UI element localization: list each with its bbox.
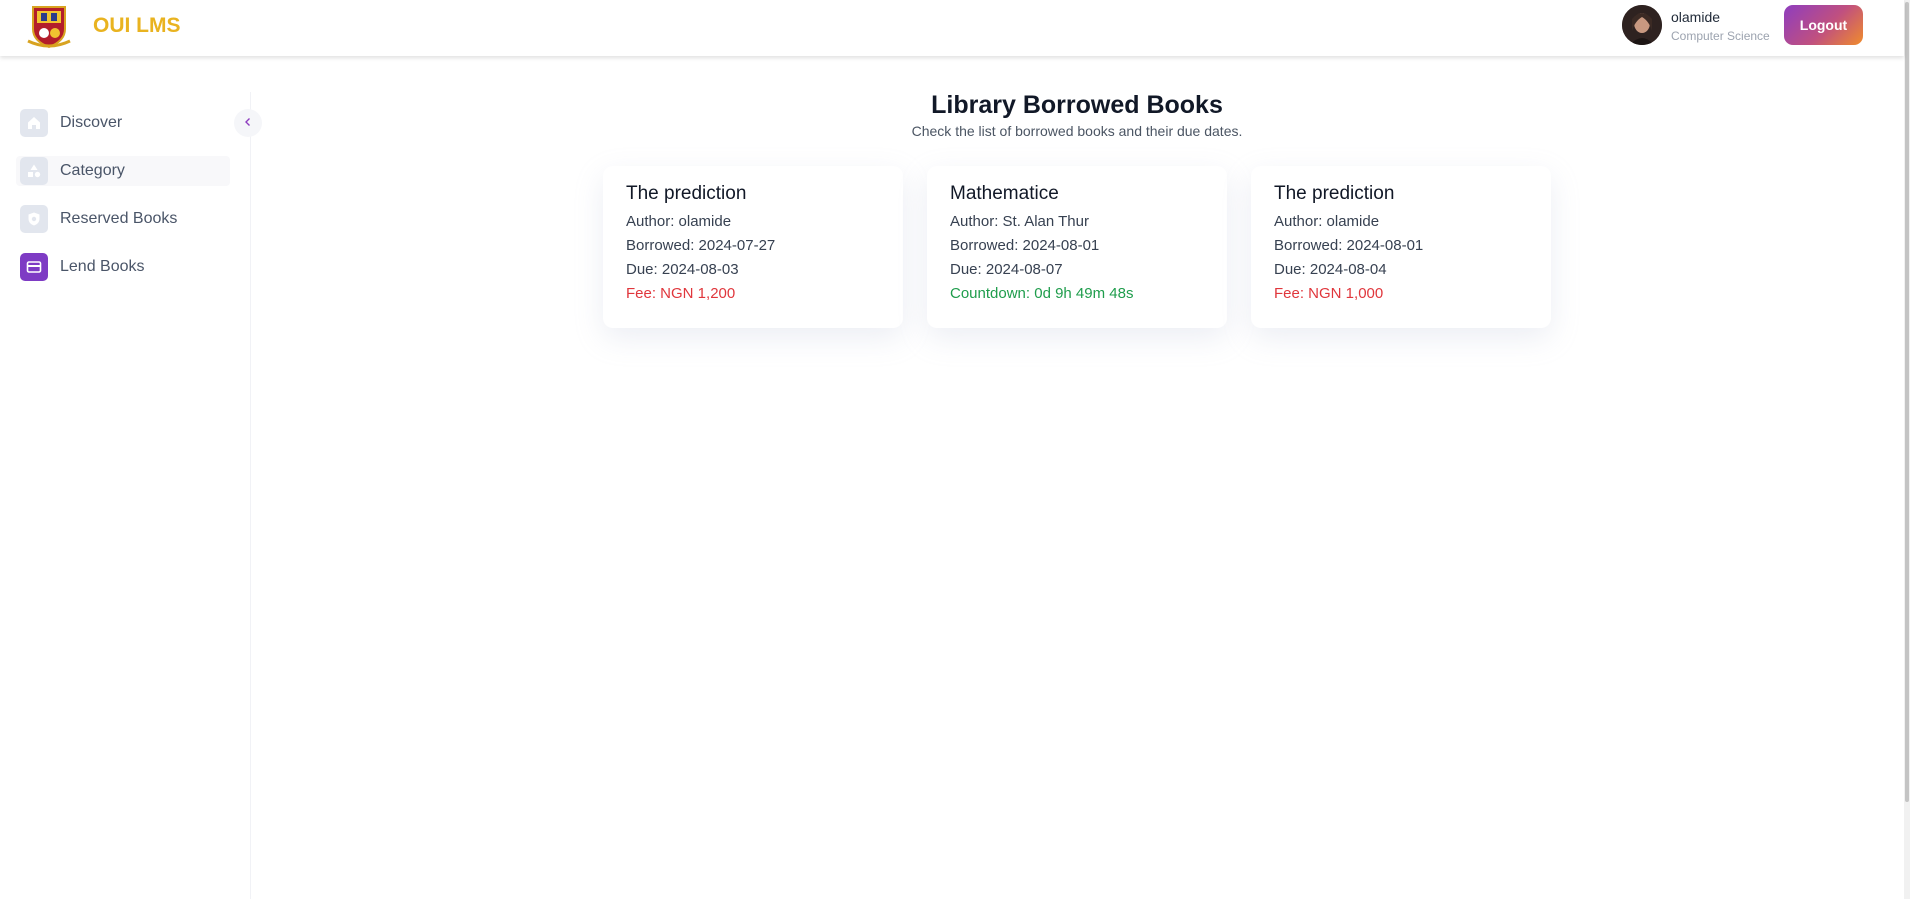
book-author: Author: St. Alan Thur	[950, 213, 1089, 230]
university-logo[interactable]	[24, 3, 74, 49]
top-header: OUI LMS olamide Computer Science Logout	[0, 0, 1904, 56]
user-avatar[interactable]	[1622, 5, 1662, 45]
borrowed-book-card[interactable]: Mathematice Author: St. Alan Thur Borrow…	[927, 166, 1227, 328]
due-date: Due: 2024-08-07	[950, 261, 1063, 278]
book-author: Author: olamide	[626, 213, 732, 230]
book-title: The prediction	[1274, 183, 1395, 204]
sidebar-item-lend-books[interactable]: Lend Books	[16, 252, 230, 282]
book-title: Mathematice	[950, 183, 1059, 204]
sidebar-item-label: Category	[60, 162, 125, 179]
book-title: The prediction	[626, 183, 747, 204]
sidebar-item-reserved-books[interactable]: Reserved Books	[16, 204, 230, 234]
card-icon	[20, 253, 48, 281]
sidebar-item-category[interactable]: Category	[16, 156, 230, 186]
page-title: Library Borrowed Books	[931, 91, 1223, 119]
scrollbar-thumb[interactable]	[1905, 2, 1909, 802]
borrowed-book-card[interactable]: The prediction Author: olamide Borrowed:…	[1251, 166, 1551, 328]
user-name: olamide	[1671, 9, 1721, 25]
due-date: Due: 2024-08-03	[626, 261, 739, 278]
shield-icon	[20, 205, 48, 233]
fee-text: Fee: NGN 1,200	[626, 285, 736, 302]
sidebar-item-label: Lend Books	[60, 258, 145, 275]
sidebar-item-label: Reserved Books	[60, 210, 178, 227]
sidebar-collapse-button[interactable]	[234, 109, 262, 137]
borrowed-book-card[interactable]: The prediction Author: olamide Borrowed:…	[603, 166, 903, 328]
book-author: Author: olamide	[1274, 213, 1380, 230]
page-subtitle: Check the list of borrowed books and the…	[911, 123, 1243, 139]
borrowed-date: Borrowed: 2024-08-01	[1274, 237, 1424, 254]
user-department: Computer Science	[1671, 29, 1770, 43]
shapes-icon	[20, 157, 48, 185]
logout-button[interactable]: Logout	[1784, 5, 1863, 45]
fee-text: Fee: NGN 1,000	[1274, 285, 1384, 302]
borrowed-date: Borrowed: 2024-07-27	[626, 237, 776, 254]
borrowed-date: Borrowed: 2024-08-01	[950, 237, 1100, 254]
countdown-text: Countdown: 0d 9h 49m 48s	[950, 285, 1134, 302]
brand-name[interactable]: OUI LMS	[93, 14, 181, 38]
due-date: Due: 2024-08-04	[1274, 261, 1387, 278]
sidebar-divider	[250, 92, 251, 899]
chevron-left-icon	[243, 114, 253, 132]
